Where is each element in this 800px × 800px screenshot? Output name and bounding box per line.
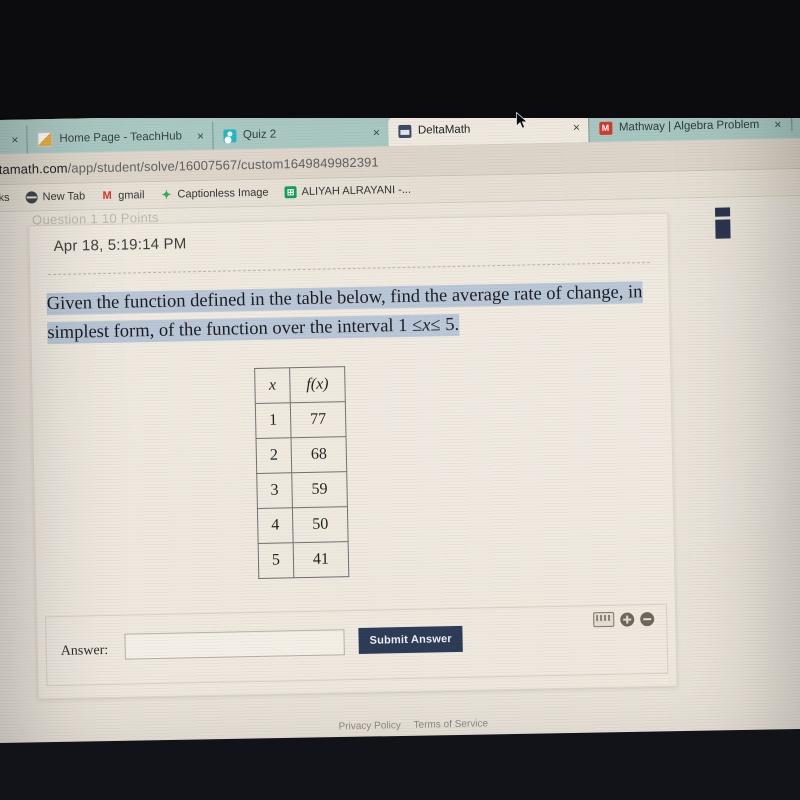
cell-fx: 77	[290, 401, 347, 438]
question-line-1: Given the function defined in the table …	[46, 281, 643, 316]
google-sheets-icon: ⊞	[284, 186, 297, 199]
table-row: 4 50	[257, 506, 349, 544]
bookmarks-bar-label: marks	[0, 191, 10, 205]
tab-title: Mathway | Algebra Problem	[618, 118, 760, 134]
google-photos-icon: ✦	[161, 187, 172, 202]
table-row: 1 77	[255, 401, 347, 439]
submit-answer-button[interactable]: Submit Answer	[358, 625, 464, 654]
tab-title: Quiz 2	[242, 128, 277, 142]
cell-x: 4	[257, 507, 294, 544]
screen-photo: ent × Home Page - TeachHub × Quiz 2 × De…	[0, 0, 800, 800]
zoom-out-icon[interactable]	[640, 611, 655, 626]
divider	[48, 262, 651, 276]
bookmark-captionless-image[interactable]: ✦ Captionless Image	[160, 186, 269, 202]
answer-tools	[593, 611, 655, 628]
cell-x: 2	[256, 437, 292, 474]
question-text: Given the function defined in the table …	[46, 278, 658, 348]
question-card: Apr 18, 5:19:14 PM Given the function de…	[28, 212, 678, 700]
tab-title: DeltaMath	[417, 123, 471, 137]
cell-fx: 59	[291, 471, 348, 508]
keyboard-icon[interactable]	[593, 611, 615, 628]
question-line-2a: simplest form, of the function over the …	[47, 314, 413, 345]
browser-tab-quiz2[interactable]: Quiz 2 ×	[211, 118, 389, 150]
browser-window: ent × Home Page - TeachHub × Quiz 2 × De…	[0, 103, 800, 773]
browser-tab-teachhub[interactable]: Home Page - TeachHub ×	[26, 121, 213, 154]
inequality-1: ≤	[411, 314, 423, 337]
zoom-in-icon[interactable]	[620, 611, 635, 627]
terms-of-service-link[interactable]: Terms of Service	[413, 718, 488, 730]
timestamp: Apr 18, 5:19:14 PM	[53, 235, 187, 255]
cell-x: 5	[258, 542, 294, 579]
close-icon[interactable]: ×	[373, 125, 380, 139]
table-header-row: x f(x)	[254, 366, 346, 404]
mathway-favicon-icon: M	[598, 121, 613, 135]
privacy-policy-link[interactable]: Privacy Policy	[338, 720, 400, 732]
cell-x: 3	[256, 472, 293, 509]
answer-label: Answer:	[60, 642, 109, 659]
url-host: deltamath.com	[0, 160, 68, 177]
table-header-x: x	[254, 367, 291, 404]
gmail-icon: M	[102, 189, 112, 203]
answer-input[interactable]	[124, 629, 345, 660]
bookmark-label: gmail	[118, 189, 145, 202]
quiz-favicon-icon	[222, 128, 237, 143]
bookmark-new-tab[interactable]: New Tab	[25, 190, 86, 204]
close-icon[interactable]: ×	[774, 117, 781, 131]
cell-x: 1	[255, 402, 292, 439]
cell-fx: 68	[291, 436, 347, 473]
bookmark-label: ALIYAH ALRAYANI -...	[301, 183, 412, 199]
teachhub-favicon-icon	[37, 131, 53, 147]
progress-marker-bottom	[715, 219, 731, 239]
question-line-2b: 5.	[440, 313, 460, 337]
globe-icon	[25, 191, 38, 204]
tab-title: Home Page - TeachHub	[59, 130, 183, 145]
url-text: deltamath.com/app/student/solve/16007567…	[0, 154, 379, 177]
table-row: 2 68	[256, 436, 347, 474]
bookmark-gmail[interactable]: M gmail	[101, 189, 145, 203]
table-row: 3 59	[256, 471, 348, 509]
bookmark-label: New Tab	[42, 190, 86, 204]
cell-fx: 41	[293, 541, 349, 578]
bookmark-label: Captionless Image	[177, 186, 269, 201]
progress-marker-top	[714, 207, 731, 217]
cell-fx: 50	[292, 506, 349, 543]
bookmark-aliyah-alrayani[interactable]: ⊞ ALIYAH ALRAYANI -...	[284, 184, 411, 199]
close-icon[interactable]: ×	[11, 133, 18, 147]
answer-bar: Answer: Submit Answer	[45, 603, 669, 687]
table-row: 5 41	[258, 541, 349, 579]
browser-tab-0[interactable]: ent ×	[0, 126, 27, 155]
deltamath-favicon-icon	[397, 124, 412, 138]
close-icon[interactable]: ×	[197, 129, 204, 143]
monitor-bezel-top	[0, 0, 800, 118]
url-path: /app/student/solve/16007567/custom164984…	[67, 153, 379, 176]
progress-marker	[714, 207, 731, 239]
table-header-fx: f(x)	[289, 366, 346, 403]
close-icon[interactable]: ×	[573, 120, 580, 134]
function-table: x f(x) 1 77 2 68 3 59 4 50 5 41	[254, 366, 349, 579]
page-viewport: Question 1 10 Points Apr 18, 5:19:14 PM …	[0, 195, 800, 773]
